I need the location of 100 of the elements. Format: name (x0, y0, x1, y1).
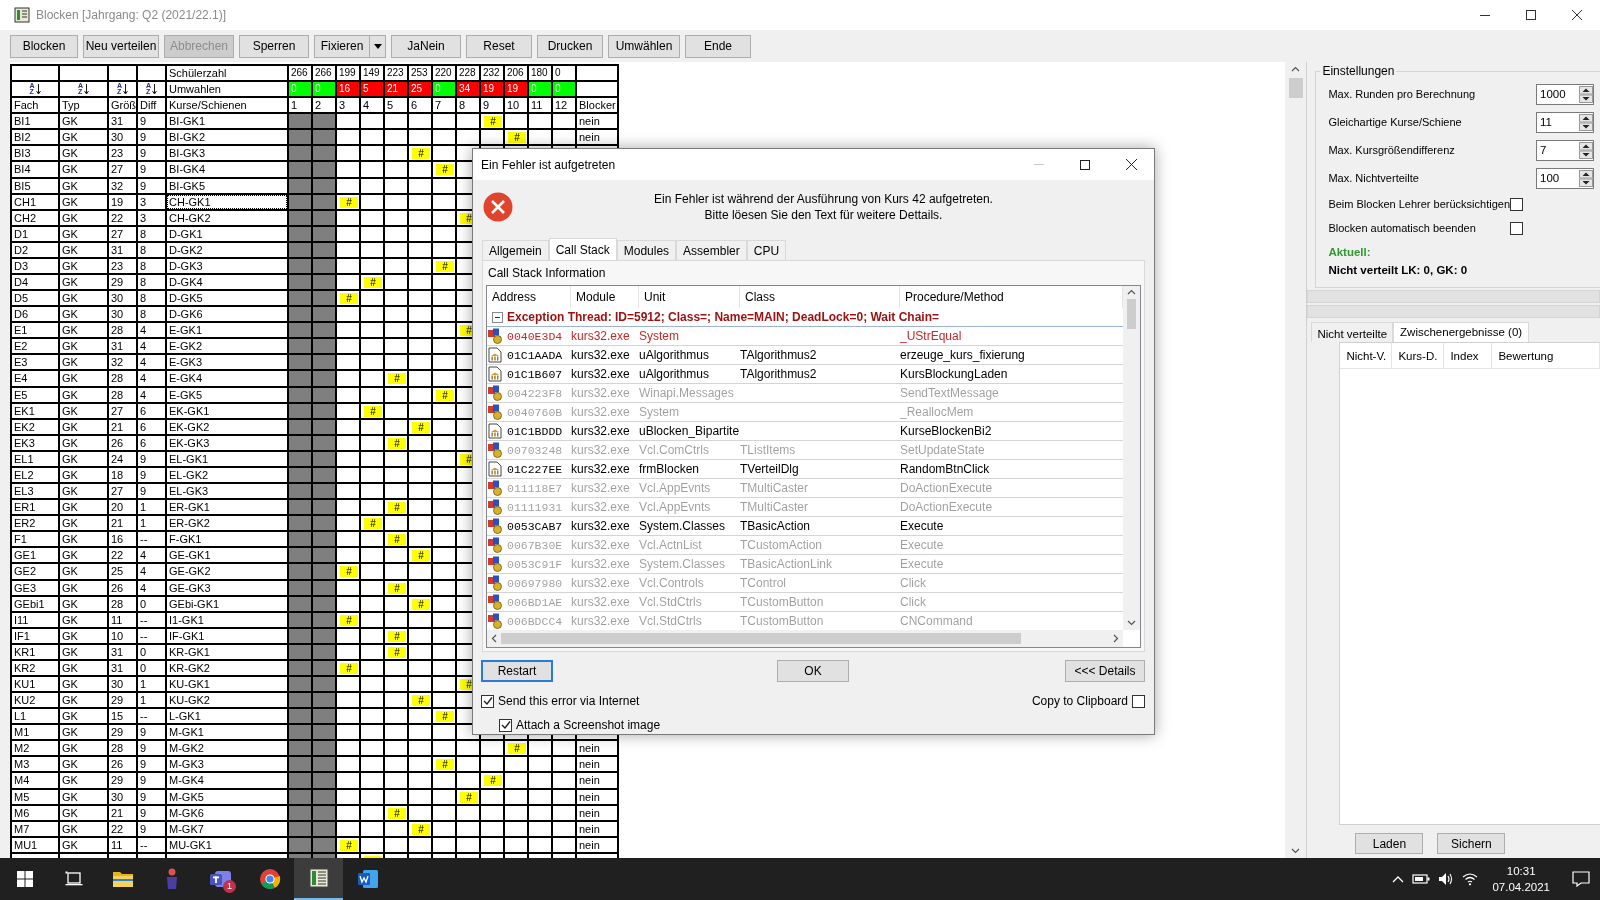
tab[interactable]: Call Stack (548, 238, 617, 260)
stack-row[interactable]: 01C227EE kurs32.exe frmBlocken TVerteilDlg RandomBtnClick (487, 460, 1123, 479)
table-cell[interactable]: GE-GK1 (167, 548, 287, 563)
table-cell[interactable]: EK-GK3 (167, 435, 287, 450)
dialog-button[interactable]: OK (777, 660, 849, 682)
table-cell[interactable]: M-GK7 (167, 821, 287, 836)
table-cell[interactable]: KR-GK1 (167, 644, 287, 659)
chevron-up-icon[interactable] (1127, 289, 1136, 295)
stack-row[interactable]: 0040E3D4 kurs32.exe System _UStrEqual (487, 327, 1123, 346)
dialog-button[interactable]: Restart (481, 660, 553, 682)
table-cell[interactable]: CH-GK1 (167, 194, 287, 209)
toolbar-button[interactable]: Neu verteilen (83, 34, 159, 58)
tab[interactable]: Nicht verteilte (1311, 322, 1394, 342)
table-cell[interactable]: M-GK4 (167, 773, 287, 788)
column-header[interactable]: Unit (639, 286, 740, 308)
toolbar-button[interactable]: Fixieren (314, 34, 370, 58)
stack-row[interactable]: 01C1B607 kurs32.exe uAlgorithmus TAlgorithmus2 KursBlockungLaden (487, 365, 1123, 384)
table-cell[interactable]: BI-GK5 (167, 178, 287, 193)
maximize-icon[interactable] (1080, 159, 1090, 170)
tab[interactable]: Assembler (676, 240, 747, 260)
table-cell[interactable]: EL-GK2 (167, 467, 287, 483)
table-cell[interactable]: E-GK4 (167, 371, 287, 386)
checkbox[interactable] (499, 718, 512, 732)
table-cell[interactable]: IF-GK1 (167, 628, 287, 643)
stack-row[interactable]: 0053CAB7 kurs32.exe System.Classes TBasicAction Execute (487, 517, 1123, 536)
scrollbar[interactable] (1123, 286, 1140, 630)
close-icon[interactable] (1125, 159, 1137, 170)
table-cell[interactable]: EL-GK1 (167, 451, 287, 466)
four-squares-icon[interactable] (16, 871, 33, 887)
scrollbar[interactable] (487, 630, 1123, 647)
spin-arrows-icon[interactable] (1579, 141, 1593, 159)
chevron-up-icon[interactable] (1291, 66, 1301, 72)
task-view-icon[interactable] (64, 871, 83, 887)
spin-field[interactable]: 1000 (1536, 83, 1594, 105)
spin-field[interactable]: 7 (1536, 139, 1594, 161)
spin-arrows-icon[interactable] (1579, 113, 1593, 131)
chevron-down-icon[interactable] (1127, 620, 1136, 626)
table-cell[interactable]: E-GK1 (167, 323, 287, 338)
minimize-icon[interactable] (1480, 14, 1490, 16)
table-cell[interactable]: MU-GK1 (167, 837, 287, 852)
panel-button[interactable]: Sichern (1437, 833, 1506, 854)
table-cell[interactable]: L-GK1 (167, 709, 287, 724)
taskbar-button[interactable] (294, 858, 343, 900)
toolbar-button[interactable]: Reset (466, 34, 532, 58)
table-cell[interactable]: EK-GK2 (167, 419, 287, 434)
table-cell[interactable]: BI-GK4 (167, 162, 287, 177)
table-cell[interactable]: KR-GK2 (167, 660, 287, 675)
dropdown-button[interactable] (370, 34, 386, 58)
wifi-icon[interactable] (1462, 872, 1479, 886)
table-cell[interactable]: D-GK6 (167, 307, 287, 322)
toolbar-button[interactable]: JaNein (391, 34, 461, 58)
toolbar-button[interactable]: Sperren (239, 34, 309, 58)
maximize-icon[interactable] (1526, 10, 1536, 20)
grid-book-icon[interactable] (307, 867, 330, 889)
scroll-thumb[interactable] (1127, 299, 1136, 329)
dialog-button[interactable]: <<< Details (1065, 660, 1145, 682)
table-cell[interactable]: E-GK2 (167, 339, 287, 354)
table-cell[interactable]: M-GK6 (167, 805, 287, 820)
table-cell[interactable]: BI-GK3 (167, 146, 287, 161)
column-header[interactable]: Address (487, 286, 571, 308)
column-header[interactable]: Kurs-D. (1392, 343, 1445, 368)
folder-icon[interactable] (111, 870, 134, 888)
table-cell[interactable]: ER-GK2 (167, 516, 287, 531)
table-cell[interactable]: KU-GK2 (167, 693, 287, 708)
table-cell[interactable]: D-GK3 (167, 258, 287, 273)
tab[interactable]: Allgemein (482, 240, 549, 260)
spin-arrows-icon[interactable] (1579, 169, 1593, 187)
table-cell[interactable]: M-GK2 (167, 741, 287, 756)
stack-row[interactable]: 01C1AADA kurs32.exe uAlgorithmus TAlgorithmus2 erzeuge_kurs_fixierung (487, 346, 1123, 365)
column-header[interactable]: Index (1444, 343, 1493, 368)
speaker-icon[interactable] (1438, 872, 1455, 886)
table-cell[interactable]: GE-GK2 (167, 564, 287, 579)
clock-date[interactable]: 07.04.2021 (1492, 879, 1550, 895)
checkbox[interactable] (481, 694, 494, 708)
chevron-left-icon[interactable] (491, 634, 497, 643)
table-cell[interactable]: M-GK5 (167, 789, 287, 804)
column-header[interactable]: Bewertung (1492, 343, 1600, 368)
tricolor-circle-icon[interactable] (258, 868, 281, 890)
tab[interactable]: CPU (746, 240, 787, 260)
table-cell[interactable]: ER-GK1 (167, 500, 287, 515)
table-cell[interactable]: CH-GK2 (167, 210, 287, 225)
table-cell[interactable]: BI-GK2 (167, 130, 287, 145)
toolbar-button[interactable]: Umwählen (608, 34, 680, 58)
table-cell[interactable]: KU-GK1 (167, 676, 287, 692)
table-cell[interactable]: D-GK4 (167, 275, 287, 290)
table-cell[interactable]: BI-GK1 (167, 114, 287, 129)
document-tile-icon[interactable] (356, 869, 379, 889)
toolbar-button[interactable]: Ende (685, 34, 751, 58)
table-cell[interactable]: D-GK5 (167, 291, 287, 306)
tab[interactable]: Modules (616, 240, 677, 260)
message-icon[interactable] (1572, 871, 1590, 887)
chevron-down-icon[interactable] (1291, 848, 1301, 854)
tab[interactable]: Zwischenergebnisse (0) (1393, 322, 1530, 342)
scroll-thumb[interactable] (501, 633, 1021, 644)
spin-field[interactable]: 11 (1536, 111, 1594, 133)
table-cell[interactable]: D-GK1 (167, 226, 287, 241)
taskbar-button[interactable]: 1 (196, 858, 245, 900)
table-cell[interactable]: EL-GK3 (167, 484, 287, 499)
table-cell[interactable]: D-GK2 (167, 242, 287, 257)
table-cell[interactable]: M-GK1 (167, 725, 287, 740)
